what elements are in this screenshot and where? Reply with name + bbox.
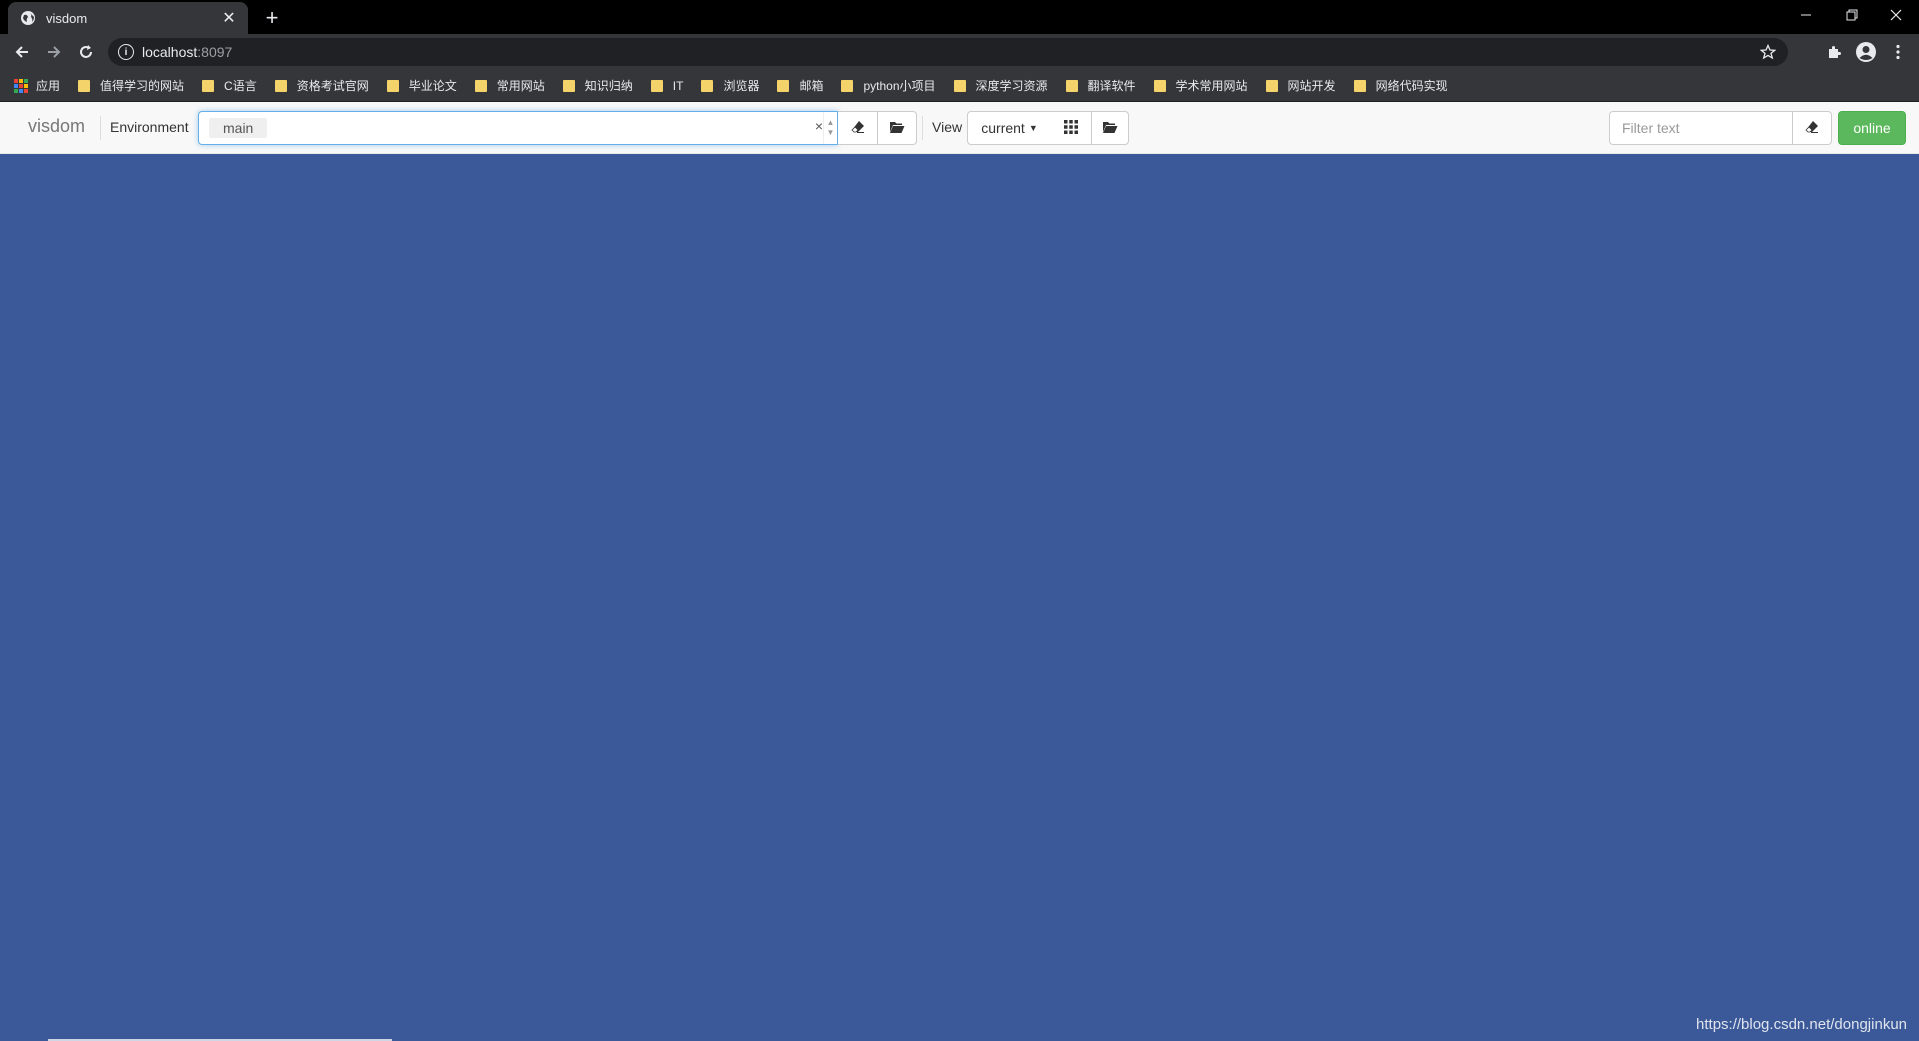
environment-label: Environment — [110, 119, 189, 135]
folder-icon — [777, 79, 790, 92]
bookmark-folder[interactable]: 深度学习资源 — [953, 77, 1048, 94]
bookmark-folder[interactable]: 邮箱 — [777, 77, 823, 94]
tab-close-icon[interactable]: ✕ — [220, 8, 238, 28]
folder-open-icon — [889, 120, 905, 137]
bookmark-folder[interactable]: 网站开发 — [1265, 77, 1336, 94]
folder-icon — [841, 79, 854, 92]
navbar-divider — [922, 116, 923, 140]
browser-tab-strip: visdom ✕ + — [0, 0, 1919, 34]
bookmark-folder[interactable]: C语言 — [202, 77, 257, 94]
eraser-icon — [1805, 120, 1819, 137]
eraser-icon — [850, 120, 865, 137]
globe-icon — [20, 10, 36, 26]
folder-icon — [274, 79, 287, 92]
profile-avatar-icon[interactable] — [1854, 40, 1878, 64]
connection-status-button[interactable]: online — [1838, 111, 1906, 145]
watermark-text: https://blog.csdn.net/dongjinkun — [1696, 1016, 1907, 1033]
site-info-icon[interactable]: i — [118, 44, 134, 60]
environment-arrows-icon[interactable]: ▲ ▼ — [823, 112, 837, 144]
menu-kebab-icon[interactable] — [1886, 40, 1910, 64]
grid-icon — [1064, 119, 1078, 137]
manage-environments-button[interactable] — [877, 111, 917, 145]
folder-icon — [474, 79, 487, 92]
visdom-brand[interactable]: visdom — [28, 116, 85, 137]
view-label: View — [932, 119, 963, 135]
view-selected-label: current — [981, 120, 1025, 136]
bookmarks-bar: 应用 值得学习的网站 C语言 资格考试官网 毕业论文 常用网站 知识归纳 IT … — [0, 70, 1919, 102]
visdom-canvas[interactable]: https://blog.csdn.net/dongjinkun — [0, 154, 1919, 1041]
address-host: localhost — [142, 44, 198, 60]
folder-icon — [650, 79, 663, 92]
folder-icon — [1353, 79, 1366, 92]
folder-icon — [562, 79, 575, 92]
bookmark-label: 值得学习的网站 — [100, 79, 185, 93]
forward-icon[interactable] — [40, 38, 68, 66]
reload-icon[interactable] — [72, 38, 100, 66]
environment-clear-icon[interactable]: × — [815, 118, 823, 134]
bookmark-label: 浏览器 — [723, 79, 760, 93]
folder-icon — [1065, 79, 1078, 92]
bookmark-folder[interactable]: 翻译软件 — [1065, 77, 1136, 94]
bookmark-star-icon[interactable] — [1758, 42, 1778, 62]
bookmark-folder[interactable]: 学术常用网站 — [1153, 77, 1248, 94]
view-dropdown[interactable]: current ▼ — [967, 111, 1052, 145]
address-port: :8097 — [197, 44, 233, 60]
bookmark-label: 毕业论文 — [408, 79, 457, 93]
restore-icon[interactable] — [1829, 0, 1875, 30]
window-close-icon[interactable] — [1873, 0, 1919, 30]
folder-icon — [386, 79, 399, 92]
bookmark-folder[interactable]: 常用网站 — [474, 77, 545, 94]
bookmark-label: 学术常用网站 — [1175, 79, 1248, 93]
browser-tab-visdom[interactable]: visdom ✕ — [8, 2, 248, 34]
folder-icon — [78, 79, 91, 92]
bookmark-folder[interactable]: 网络代码实现 — [1353, 77, 1448, 94]
bookmark-label: IT — [672, 78, 684, 93]
address-bar[interactable]: i localhost:8097 — [108, 38, 1788, 66]
folder-icon — [1265, 79, 1278, 92]
bookmark-label: C语言 — [224, 79, 257, 93]
bookmark-folder[interactable]: 资格考试官网 — [274, 77, 369, 94]
tab-title: visdom — [46, 10, 88, 26]
extensions-icon[interactable] — [1822, 40, 1846, 64]
bookmark-label: 网站开发 — [1287, 79, 1336, 93]
back-icon[interactable] — [8, 38, 36, 66]
bookmark-label: python小项目 — [863, 79, 936, 93]
environment-select[interactable]: main × ▲ ▼ — [198, 111, 838, 145]
bookmark-folder[interactable]: 毕业论文 — [386, 77, 457, 94]
minimize-icon[interactable] — [1783, 0, 1829, 30]
clear-environment-button[interactable] — [838, 111, 878, 145]
bookmark-folder[interactable]: 值得学习的网站 — [78, 77, 184, 94]
visdom-navbar: visdom Environment main × ▲ ▼ View curren… — [0, 102, 1919, 154]
bookmark-label: 应用 — [36, 79, 61, 93]
folder-icon — [202, 79, 215, 92]
environment-tag-main[interactable]: main — [209, 118, 268, 138]
navbar-divider — [100, 116, 101, 140]
folder-icon — [953, 79, 966, 92]
bookmark-folder[interactable]: 知识归纳 — [562, 77, 633, 94]
repack-layout-button[interactable] — [1051, 111, 1092, 145]
folder-icon — [1153, 79, 1166, 92]
bookmark-folder[interactable]: IT — [650, 78, 684, 93]
filter-text-input[interactable] — [1609, 111, 1793, 145]
bookmark-folder[interactable]: 浏览器 — [701, 77, 759, 94]
bookmark-folder[interactable]: python小项目 — [841, 77, 936, 94]
bookmark-label: 常用网站 — [496, 79, 545, 93]
apps-grid-icon — [14, 78, 28, 93]
bookmark-label: 知识归纳 — [584, 79, 633, 93]
bookmark-label: 邮箱 — [799, 79, 824, 93]
bookmark-label: 深度学习资源 — [975, 79, 1048, 93]
clear-filter-button[interactable] — [1792, 111, 1832, 145]
folder-icon — [701, 79, 714, 92]
browser-toolbar: i localhost:8097 — [0, 34, 1919, 70]
bookmark-label: 资格考试官网 — [296, 79, 369, 93]
manage-views-button[interactable] — [1091, 111, 1129, 145]
folder-open-icon — [1102, 120, 1118, 137]
new-tab-button[interactable]: + — [258, 4, 286, 32]
bookmark-label: 网络代码实现 — [1375, 79, 1448, 93]
bookmark-apps[interactable]: 应用 — [14, 77, 60, 94]
caret-down-icon: ▼ — [1028, 123, 1038, 133]
bookmark-label: 翻译软件 — [1087, 79, 1136, 93]
